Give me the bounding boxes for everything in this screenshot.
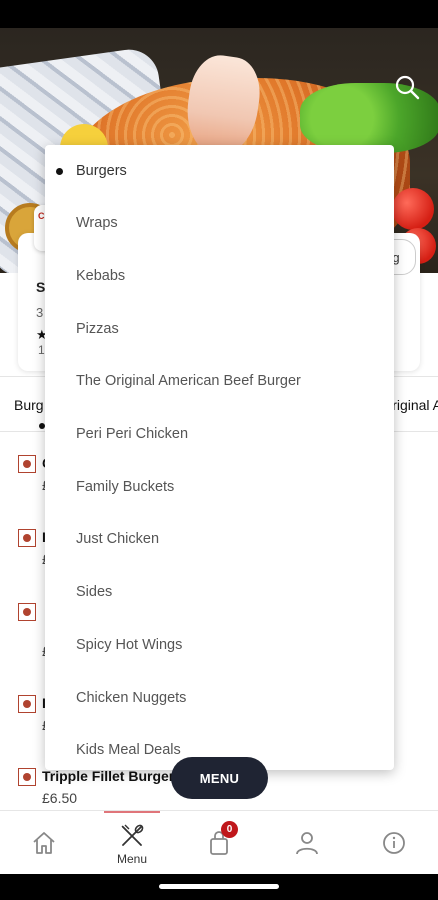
dropdown-item-label: Sides (76, 584, 113, 600)
dropdown-item-label: Chicken Nuggets (76, 690, 187, 706)
dropdown-item-family-buckets[interactable]: Family Buckets (45, 461, 394, 513)
bottom-nav: Menu 0 (0, 810, 438, 874)
hero-tomato (392, 188, 434, 230)
nav-menu[interactable]: Menu (104, 811, 160, 875)
selected-bullet-icon (56, 168, 63, 175)
menu-button[interactable]: MENU (171, 757, 268, 799)
dropdown-item-label: Burgers (76, 163, 127, 179)
food-marker-icon (18, 603, 36, 621)
nav-cart[interactable]: 0 (191, 811, 247, 875)
dropdown-item-label: Kebabs (76, 268, 126, 284)
dropdown-item-label: Wraps (76, 215, 118, 231)
dropdown-item-original-american[interactable]: The Original American Beef Burger (45, 355, 394, 407)
dropdown-item-label: Family Buckets (76, 479, 175, 495)
food-marker-icon (18, 695, 36, 713)
dropdown-item-label: Pizzas (76, 321, 119, 337)
item-price: £6.50 (42, 790, 78, 806)
dropdown-item-label: Kids Meal Deals (76, 742, 181, 758)
home-icon (33, 832, 55, 854)
dropdown-item-label: The Original American Beef Burger (76, 373, 301, 389)
rating-count: 1 (38, 343, 45, 357)
dropdown-item-just-chicken[interactable]: Just Chicken (45, 513, 394, 565)
dropdown-item-wraps[interactable]: Wraps (45, 197, 394, 249)
dropdown-item-label: Peri Peri Chicken (76, 426, 189, 442)
nav-info[interactable] (366, 811, 422, 875)
dropdown-item-sides[interactable]: Sides (45, 566, 394, 618)
tab-burgers[interactable]: Burg (14, 397, 44, 413)
dropdown-item-burgers[interactable]: Burgers (45, 145, 394, 197)
cart-count-badge: 0 (221, 821, 238, 838)
nav-home[interactable] (16, 811, 72, 875)
info-icon (383, 832, 405, 854)
nav-menu-label: Menu (116, 852, 148, 866)
item-name: Tripple Fillet Burger (42, 768, 175, 784)
search-icon (395, 75, 420, 100)
category-dropdown: Burgers Wraps Kebabs Pizzas The Original… (45, 145, 394, 770)
restaurant-name: S (36, 279, 46, 295)
food-marker-icon (18, 455, 36, 473)
nav-account[interactable] (279, 811, 335, 875)
dropdown-item-label: Spicy Hot Wings (76, 637, 183, 653)
dropdown-item-spicy-hot-wings[interactable]: Spicy Hot Wings (45, 619, 394, 671)
utensils-icon (121, 824, 144, 846)
food-marker-icon (18, 529, 36, 547)
dropdown-item-kebabs[interactable]: Kebabs (45, 250, 394, 302)
app-screen: C S 3 ★ 1 g Burg riginal A C £ I £ £ I £… (0, 0, 438, 900)
restaurant-detail: 3 (36, 305, 44, 320)
dropdown-item-peri-peri[interactable]: Peri Peri Chicken (45, 408, 394, 460)
dropdown-item-pizzas[interactable]: Pizzas (45, 303, 394, 355)
tab-original-american[interactable]: riginal A (392, 397, 438, 413)
dropdown-item-label: Just Chicken (76, 531, 160, 547)
home-indicator[interactable] (159, 884, 279, 889)
dropdown-item-chicken-nuggets[interactable]: Chicken Nuggets (45, 672, 394, 724)
food-marker-icon (18, 768, 36, 786)
user-icon (296, 832, 318, 855)
search-button[interactable] (390, 70, 424, 104)
status-bar (0, 0, 438, 28)
